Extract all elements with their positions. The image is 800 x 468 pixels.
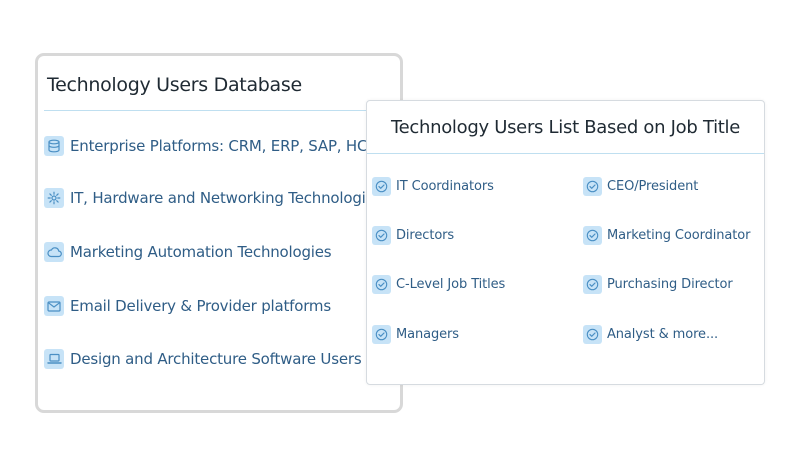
gear-icon bbox=[44, 188, 64, 208]
job-title-label: Marketing Coordinator bbox=[607, 227, 751, 243]
database-item-label: Email Delivery & Provider platforms bbox=[70, 297, 331, 315]
job-title-analyst-and-more[interactable]: Analyst & more... bbox=[583, 323, 718, 345]
database-item-label: Marketing Automation Technologies bbox=[70, 243, 332, 261]
job-title-directors[interactable]: Directors bbox=[372, 224, 454, 246]
cloud-icon bbox=[44, 242, 64, 262]
database-item-enterprise-platforms[interactable]: Enterprise Platforms: CRM, ERP, SAP, HCM bbox=[44, 135, 380, 157]
database-item-label: Design and Architecture Software Users bbox=[70, 350, 362, 368]
envelope-icon bbox=[44, 296, 64, 316]
job-title-label: C-Level Job Titles bbox=[396, 276, 506, 292]
database-item-label: IT, Hardware and Networking Technologies bbox=[70, 189, 383, 207]
check-circle-icon bbox=[372, 225, 391, 245]
job-title-label: IT Coordinators bbox=[396, 178, 494, 194]
job-title-marketing-coordinator[interactable]: Marketing Coordinator bbox=[583, 224, 750, 246]
job-title-label: Purchasing Director bbox=[607, 276, 733, 292]
database-item-marketing-automation[interactable]: Marketing Automation Technologies bbox=[44, 241, 332, 263]
job-title-managers[interactable]: Managers bbox=[372, 323, 459, 345]
job-title-it-coordinators[interactable]: IT Coordinators bbox=[372, 175, 494, 197]
laptop-icon bbox=[44, 349, 64, 369]
job-title-label: Directors bbox=[396, 227, 455, 243]
job-title-card-title: Technology Users List Based on Job Title bbox=[390, 117, 741, 138]
job-title-c-level[interactable]: C-Level Job Titles bbox=[372, 273, 505, 295]
job-title-label: Analyst & more... bbox=[607, 326, 719, 342]
database-item-design-architecture[interactable]: Design and Architecture Software Users bbox=[44, 348, 362, 370]
check-circle-icon bbox=[372, 324, 391, 344]
check-circle-icon bbox=[583, 225, 602, 245]
database-item-email-delivery[interactable]: Email Delivery & Provider platforms bbox=[44, 295, 331, 317]
database-icon bbox=[44, 136, 64, 156]
check-circle-icon bbox=[372, 274, 391, 294]
technology-users-database-card: Technology Users Database Enterprise Pla… bbox=[35, 53, 403, 413]
job-title-label: CEO/President bbox=[607, 178, 699, 194]
check-circle-icon bbox=[583, 176, 602, 196]
check-circle-icon bbox=[583, 274, 602, 294]
job-title-list-card: Technology Users List Based on Job Title… bbox=[366, 100, 765, 385]
database-card-divider bbox=[44, 110, 400, 111]
database-card-title: Technology Users Database bbox=[47, 74, 302, 96]
job-title-label: Managers bbox=[396, 326, 459, 342]
job-title-purchasing-director[interactable]: Purchasing Director bbox=[583, 273, 733, 295]
database-item-it-hardware[interactable]: IT, Hardware and Networking Technologies bbox=[44, 187, 382, 209]
job-title-card-divider bbox=[367, 153, 764, 154]
job-title-ceo-president[interactable]: CEO/President bbox=[583, 175, 698, 197]
check-circle-icon bbox=[583, 324, 602, 344]
check-circle-icon bbox=[372, 176, 391, 196]
database-item-label: Enterprise Platforms: CRM, ERP, SAP, HCM bbox=[70, 137, 381, 155]
